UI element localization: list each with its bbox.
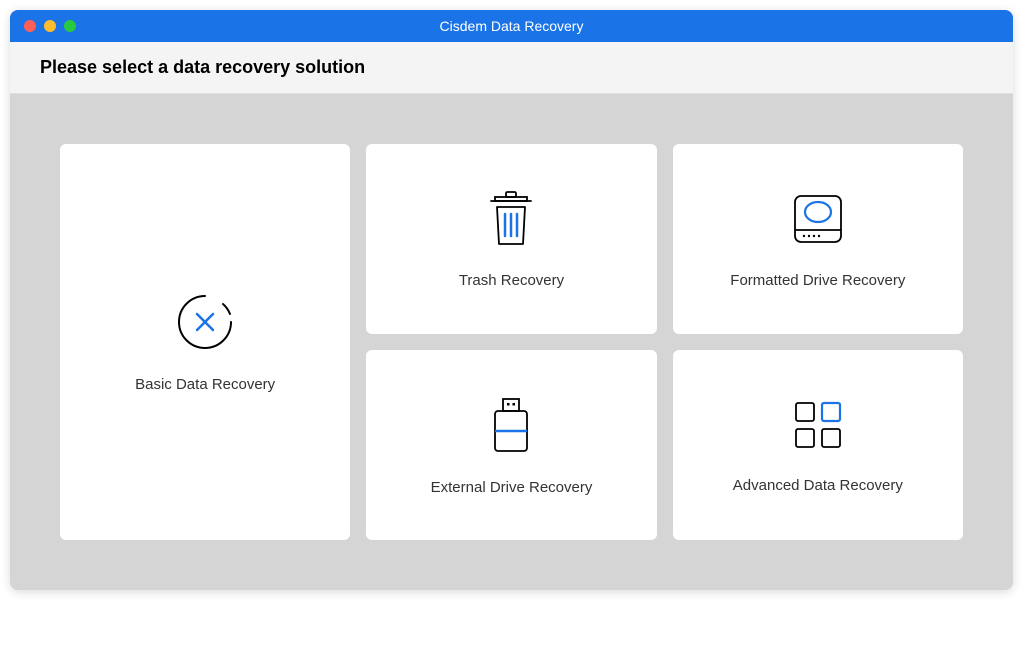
- card-label: External Drive Recovery: [431, 479, 593, 496]
- card-label: Advanced Data Recovery: [733, 477, 903, 494]
- app-window: Cisdem Data Recovery Please select a dat…: [10, 10, 1013, 590]
- card-formatted-recovery[interactable]: Formatted Drive Recovery: [673, 144, 963, 334]
- header-prompt: Please select a data recovery solution: [40, 57, 983, 78]
- card-advanced-recovery[interactable]: Advanced Data Recovery: [673, 350, 963, 540]
- content-grid: Basic Data Recovery Trash: [10, 94, 1013, 590]
- basic-recovery-icon: [175, 292, 235, 352]
- card-trash-recovery[interactable]: Trash Recovery: [366, 144, 656, 334]
- maximize-button[interactable]: [64, 20, 76, 32]
- trash-icon: [485, 190, 537, 248]
- card-basic-recovery[interactable]: Basic Data Recovery: [60, 144, 350, 540]
- usb-drive-icon: [487, 395, 535, 455]
- card-label: Trash Recovery: [459, 272, 564, 289]
- card-label: Formatted Drive Recovery: [730, 272, 905, 289]
- titlebar: Cisdem Data Recovery: [10, 10, 1013, 42]
- card-label: Basic Data Recovery: [135, 376, 275, 393]
- header: Please select a data recovery solution: [10, 42, 1013, 94]
- window-title: Cisdem Data Recovery: [10, 18, 1013, 34]
- close-button[interactable]: [24, 20, 36, 32]
- grid-squares-icon: [790, 397, 846, 453]
- card-external-recovery[interactable]: External Drive Recovery: [366, 350, 656, 540]
- traffic-lights: [10, 20, 76, 32]
- minimize-button[interactable]: [44, 20, 56, 32]
- drive-icon: [789, 190, 847, 248]
